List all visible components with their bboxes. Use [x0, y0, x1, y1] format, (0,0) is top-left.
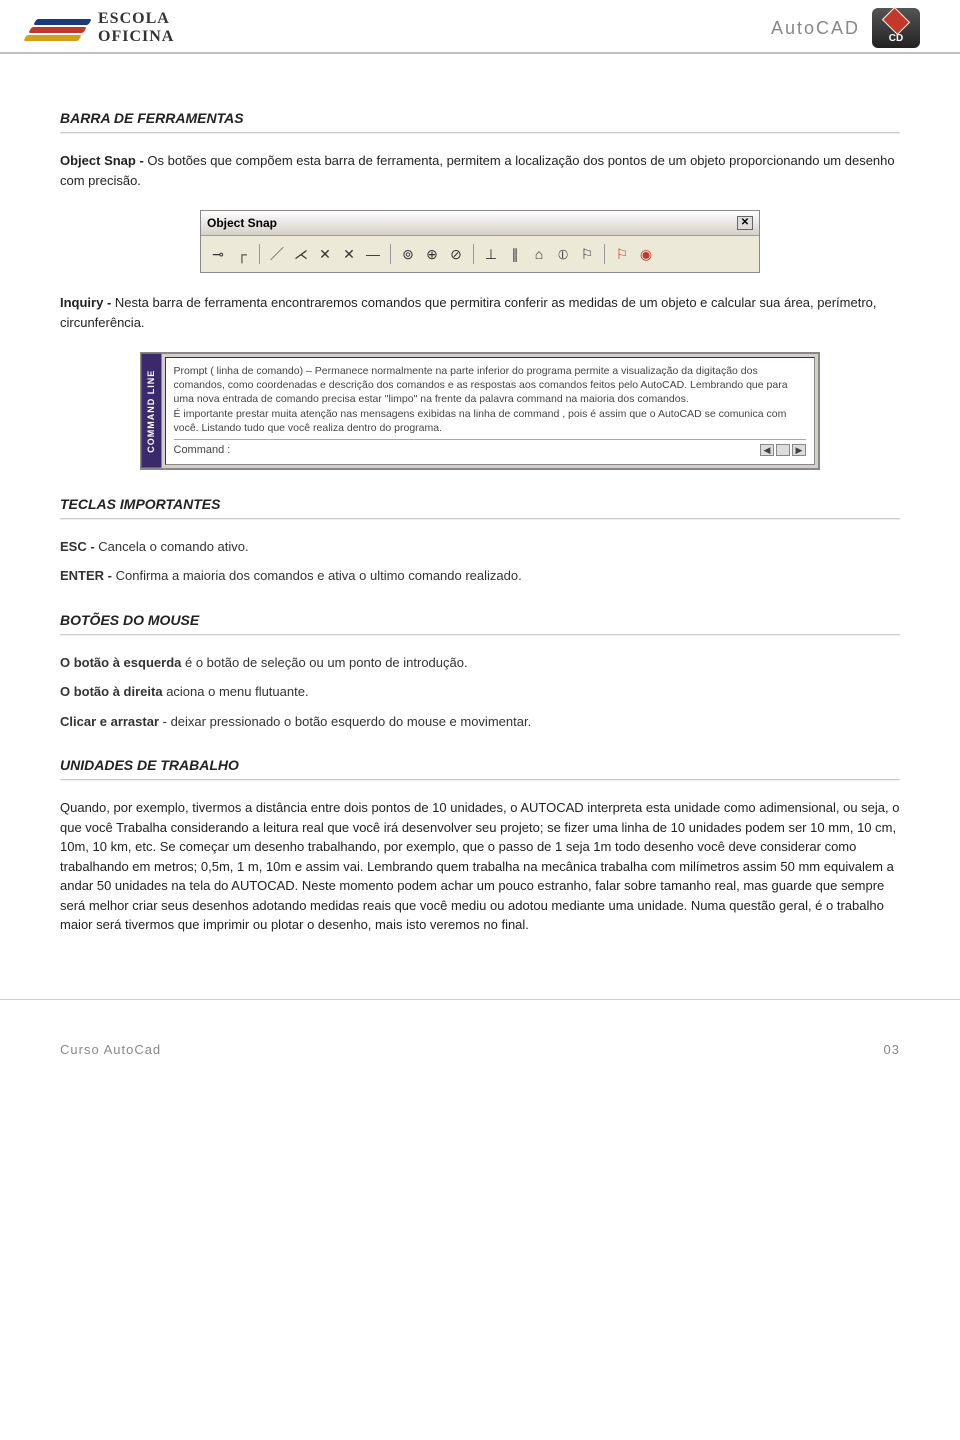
- mouse-drag-line: Clicar e arrastar - deixar pressionado o…: [60, 712, 900, 732]
- toolbar-title-text: Object Snap: [207, 214, 277, 232]
- close-icon[interactable]: ✕: [737, 216, 753, 230]
- snap-node-icon[interactable]: ⦶: [554, 245, 572, 263]
- logo-stripes-icon: [30, 13, 90, 43]
- mouse-left-lead: O botão à esquerda: [60, 655, 185, 670]
- section-title-teclas: TECLAS IMPORTANTES: [60, 494, 900, 519]
- page-header: ESCOLA OFICINA AutoCAD CD: [0, 0, 960, 54]
- footer-left: Curso AutoCad: [60, 1040, 161, 1060]
- object-snap-text: Os botões que compõem esta barra de ferr…: [60, 153, 895, 188]
- unidades-body: Quando, por exemplo, tivermos a distânci…: [60, 798, 900, 935]
- command-scroll: ◀ ▶: [760, 444, 806, 456]
- mouse-left-text: é o botão de seleção ou um ponto de intr…: [185, 655, 468, 670]
- page-footer: Curso AutoCad 03: [0, 999, 960, 1080]
- snap-apparent-icon[interactable]: ✕: [340, 245, 358, 263]
- header-right: AutoCAD CD: [771, 8, 920, 48]
- snap-parallel-icon[interactable]: ∥: [506, 245, 524, 263]
- logo-line2: OFICINA: [98, 28, 174, 46]
- inquiry-text: Nesta barra de ferramenta encontraremos …: [60, 295, 877, 330]
- command-line-tab: COMMAND LINE: [142, 354, 162, 468]
- esc-text: Cancela o comando ativo.: [98, 539, 248, 554]
- esc-lead: ESC -: [60, 539, 98, 554]
- cd-cube-icon: CD: [872, 8, 920, 48]
- snap-from-icon[interactable]: ┌: [233, 245, 251, 263]
- logo-line1: ESCOLA: [98, 10, 174, 28]
- mouse-right-text: aciona o menu flutuante.: [166, 684, 308, 699]
- snap-tangent-icon[interactable]: ⊘: [447, 245, 465, 263]
- snap-perpendicular-icon[interactable]: ⊥: [482, 245, 500, 263]
- toolbar-icon-row: ⊸ ┌ ／ ⋌ ✕ ✕ — ⊚ ⊕ ⊘ ⊥ ∥ ⌂ ⦶ ⚐ ⚐ ◉: [201, 236, 759, 272]
- object-snap-toolbar: Object Snap ✕ ⊸ ┌ ／ ⋌ ✕ ✕ — ⊚ ⊕ ⊘ ⊥ ∥ ⌂ …: [200, 210, 760, 273]
- snap-extension-icon[interactable]: —: [364, 245, 382, 263]
- enter-key-line: ENTER - Confirma a maioria dos comandos …: [60, 566, 900, 586]
- esc-key-line: ESC - Cancela o comando ativo.: [60, 537, 900, 557]
- mouse-left-line: O botão à esquerda é o botão de seleção …: [60, 653, 900, 673]
- scroll-right-icon[interactable]: ▶: [792, 444, 806, 456]
- cd-label: CD: [889, 31, 903, 46]
- object-snap-lead: Object Snap -: [60, 153, 147, 168]
- inquiry-lead: Inquiry -: [60, 295, 115, 310]
- scroll-track-icon[interactable]: [776, 444, 790, 456]
- snap-osnap-settings-icon[interactable]: ◉: [637, 245, 655, 263]
- logo-text: ESCOLA OFICINA: [98, 10, 174, 45]
- toolbar-separator: [390, 244, 391, 264]
- snap-none-icon[interactable]: ⚐: [613, 245, 631, 263]
- command-line-text: Prompt ( linha de comando) – Permanece n…: [174, 364, 807, 435]
- snap-quadrant-icon[interactable]: ⊕: [423, 245, 441, 263]
- mouse-right-line: O botão à direita aciona o menu flutuant…: [60, 682, 900, 702]
- snap-insert-icon[interactable]: ⌂: [530, 245, 548, 263]
- toolbar-titlebar: Object Snap ✕: [201, 211, 759, 236]
- footer-page-number: 03: [884, 1040, 900, 1060]
- para-object-snap: Object Snap - Os botões que compõem esta…: [60, 151, 900, 190]
- toolbar-separator: [259, 244, 260, 264]
- section-title-unidades: UNIDADES DE TRABALHO: [60, 755, 900, 780]
- enter-lead: ENTER -: [60, 568, 116, 583]
- snap-temp-track-icon[interactable]: ⊸: [209, 245, 227, 263]
- mouse-drag-text: - deixar pressionado o botão esquerdo do…: [163, 714, 532, 729]
- mouse-right-lead: O botão à direita: [60, 684, 166, 699]
- mouse-drag-lead: Clicar e arrastar: [60, 714, 163, 729]
- section-title-mouse: BOTÕES DO MOUSE: [60, 610, 900, 635]
- command-line-panel: COMMAND LINE Prompt ( linha de comando) …: [140, 352, 820, 470]
- snap-intersection-icon[interactable]: ✕: [316, 245, 334, 263]
- command-line-body: Prompt ( linha de comando) – Permanece n…: [165, 357, 816, 465]
- page-content: BARRA DE FERRAMENTAS Object Snap - Os bo…: [0, 54, 960, 969]
- command-prompt-label[interactable]: Command :: [174, 443, 231, 458]
- toolbar-separator: [604, 244, 605, 264]
- school-logo: ESCOLA OFICINA: [30, 10, 174, 45]
- para-inquiry: Inquiry - Nesta barra de ferramenta enco…: [60, 293, 900, 332]
- snap-nearest-icon[interactable]: ⚐: [578, 245, 596, 263]
- section-title-barra: BARRA DE FERRAMENTAS: [60, 108, 900, 133]
- enter-text: Confirma a maioria dos comandos e ativa …: [116, 568, 522, 583]
- snap-endpoint-icon[interactable]: ／: [268, 245, 286, 263]
- snap-center-icon[interactable]: ⊚: [399, 245, 417, 263]
- snap-midpoint-icon[interactable]: ⋌: [292, 245, 310, 263]
- toolbar-separator: [473, 244, 474, 264]
- app-title: AutoCAD: [771, 15, 860, 42]
- scroll-left-icon[interactable]: ◀: [760, 444, 774, 456]
